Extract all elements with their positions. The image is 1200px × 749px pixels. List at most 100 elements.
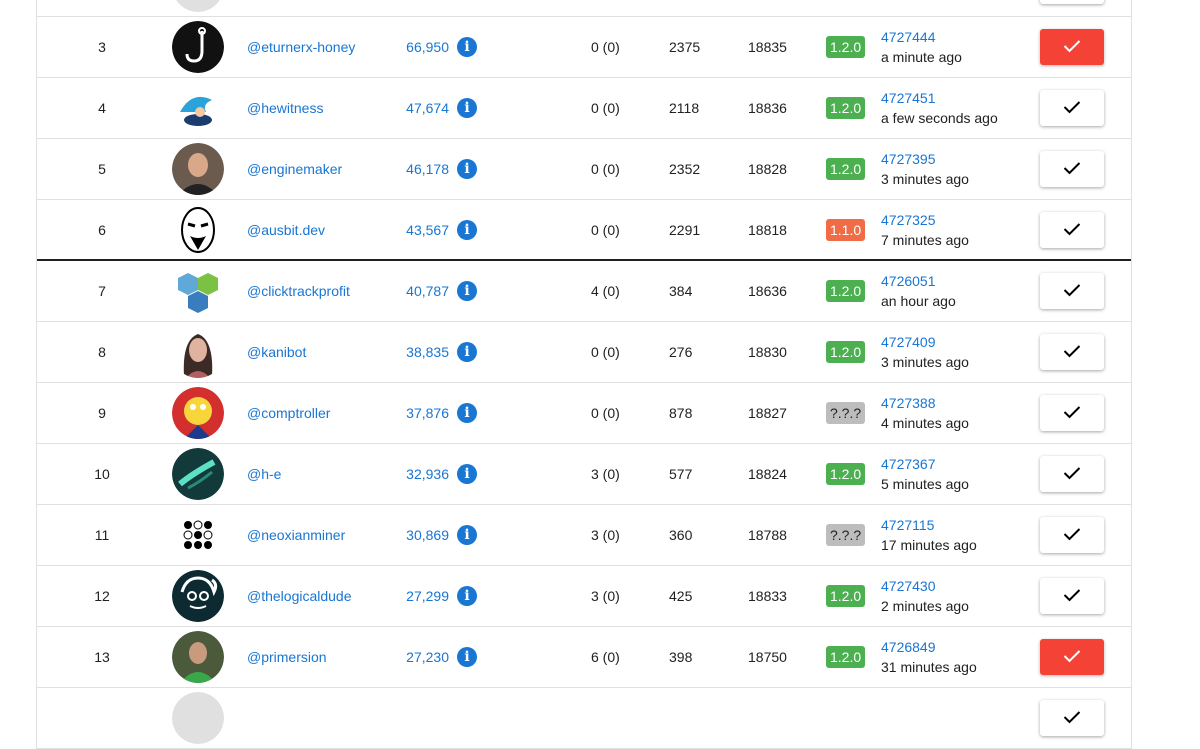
witness-username[interactable]: @neoxianminer <box>247 505 345 565</box>
info-icon[interactable]: i <box>457 261 479 321</box>
last-block[interactable]: 2 minutes ago <box>881 0 969 16</box>
mvests[interactable]: 47,674 <box>337 78 449 138</box>
last-block-link[interactable]: 4727409 <box>881 332 936 352</box>
mvests[interactable]: 30,869 <box>337 505 449 565</box>
username-link[interactable]: @kanibot <box>247 344 306 360</box>
username-link[interactable]: @primersion <box>247 649 327 665</box>
info-icon[interactable]: i <box>457 200 479 260</box>
mvests-link[interactable]: 32,936 <box>406 466 449 482</box>
info-icon[interactable]: i <box>457 505 479 565</box>
last-block-link[interactable]: 4726051 <box>881 271 936 291</box>
avatar[interactable] <box>171 200 225 260</box>
avatar[interactable] <box>171 322 225 382</box>
mvests-link[interactable]: 27,299 <box>406 588 449 604</box>
mvests-link[interactable]: 37,876 <box>406 405 449 421</box>
mvests-link[interactable]: 40,787 <box>406 283 449 299</box>
username-link[interactable]: @thelogicaldude <box>247 588 352 604</box>
last-block[interactable]: 4727430 2 minutes ago <box>881 566 969 626</box>
last-block[interactable]: 4726051 an hour ago <box>881 261 956 321</box>
mvests-link[interactable]: 38,835 <box>406 344 449 360</box>
vote-button[interactable] <box>1040 456 1104 492</box>
witness-username[interactable]: @ausbit.dev <box>247 200 325 260</box>
last-block-link[interactable]: 4727115 <box>881 515 934 535</box>
avatar[interactable] <box>171 261 225 321</box>
avatar[interactable] <box>171 139 225 199</box>
vote-button[interactable] <box>1040 0 1104 4</box>
witness-username[interactable]: @h-e <box>247 444 281 504</box>
last-block-link[interactable]: 4726849 <box>881 637 936 657</box>
avatar[interactable] <box>171 444 225 504</box>
last-block-link[interactable]: 4727451 <box>881 88 936 108</box>
mvests[interactable]: 66,950 <box>337 17 449 77</box>
avatar[interactable] <box>171 78 225 138</box>
last-block[interactable]: 4727325 7 minutes ago <box>881 200 969 260</box>
last-block-link[interactable]: 4727325 <box>881 210 936 230</box>
mvests[interactable]: 38,835 <box>337 322 449 382</box>
mvests-link[interactable]: 46,178 <box>406 161 449 177</box>
info-icon[interactable]: i <box>457 444 479 504</box>
username-link[interactable]: @neoxianminer <box>247 527 345 543</box>
vote-button[interactable] <box>1040 29 1104 65</box>
vote-button[interactable] <box>1040 273 1104 309</box>
mvests[interactable]: 37,876 <box>337 383 449 443</box>
vote-button[interactable] <box>1040 90 1104 126</box>
mvests-link[interactable]: 43,567 <box>406 222 449 238</box>
username-link[interactable]: @comptroller <box>247 405 330 421</box>
info-icon[interactable]: i <box>457 627 479 687</box>
witness-username[interactable]: @enginemaker <box>247 139 342 199</box>
witness-username[interactable]: @clicktrackprofit <box>247 261 350 321</box>
vote-button[interactable] <box>1040 578 1104 614</box>
avatar[interactable] <box>171 0 225 16</box>
avatar[interactable] <box>171 383 225 443</box>
username-link[interactable]: @ausbit.dev <box>247 222 325 238</box>
last-block[interactable]: 4727115 17 minutes ago <box>881 505 977 565</box>
avatar[interactable] <box>171 17 225 77</box>
last-block[interactable]: 4727444 a minute ago <box>881 17 962 77</box>
avatar[interactable] <box>171 627 225 687</box>
avatar[interactable] <box>171 688 225 748</box>
info-icon[interactable]: i <box>457 139 479 199</box>
avatar[interactable] <box>171 566 225 626</box>
vote-button[interactable] <box>1040 395 1104 431</box>
avatar[interactable] <box>171 505 225 565</box>
mvests[interactable]: 27,230 <box>337 627 449 687</box>
mvests[interactable] <box>337 688 449 748</box>
mvests[interactable]: 32,936 <box>337 444 449 504</box>
username-link[interactable]: @clicktrackprofit <box>247 283 350 299</box>
last-block-link[interactable]: 4727444 <box>881 27 936 47</box>
last-block[interactable]: 4727451 a few seconds ago <box>881 78 998 138</box>
mvests[interactable] <box>337 0 449 16</box>
vote-button[interactable] <box>1040 212 1104 248</box>
last-block[interactable]: 4726849 31 minutes ago <box>881 627 977 687</box>
vote-button[interactable] <box>1040 334 1104 370</box>
last-block[interactable]: 4727395 3 minutes ago <box>881 139 969 199</box>
mvests-link[interactable]: 27,230 <box>406 649 449 665</box>
mvests-link[interactable]: 47,674 <box>406 100 449 116</box>
vote-button[interactable] <box>1040 517 1104 553</box>
witness-username[interactable]: @primersion <box>247 627 327 687</box>
witness-username[interactable]: @comptroller <box>247 383 330 443</box>
info-icon[interactable]: i <box>457 78 479 138</box>
last-block[interactable]: 4727388 4 minutes ago <box>881 383 969 443</box>
info-icon[interactable]: i <box>457 17 479 77</box>
info-icon[interactable]: i <box>457 566 479 626</box>
vote-button[interactable] <box>1040 639 1104 675</box>
last-block[interactable]: 4727367 5 minutes ago <box>881 444 969 504</box>
vote-button[interactable] <box>1040 700 1104 736</box>
vote-button[interactable] <box>1040 151 1104 187</box>
username-link[interactable]: @enginemaker <box>247 161 342 177</box>
mvests-link[interactable]: 66,950 <box>406 39 449 55</box>
last-block-link[interactable]: 4727430 <box>881 576 936 596</box>
mvests[interactable]: 27,299 <box>337 566 449 626</box>
info-icon[interactable]: i <box>457 383 479 443</box>
info-icon[interactable]: i <box>457 322 479 382</box>
witness-username[interactable]: @thelogicaldude <box>247 566 352 626</box>
mvests[interactable]: 43,567 <box>337 200 449 260</box>
last-block[interactable]: 4727409 3 minutes ago <box>881 322 969 382</box>
mvests[interactable]: 46,178 <box>337 139 449 199</box>
last-block-link[interactable]: 4727388 <box>881 393 936 413</box>
username-link[interactable]: @h-e <box>247 466 281 482</box>
mvests-link[interactable]: 30,869 <box>406 527 449 543</box>
mvests[interactable]: 40,787 <box>337 261 449 321</box>
witness-username[interactable]: @kanibot <box>247 322 306 382</box>
